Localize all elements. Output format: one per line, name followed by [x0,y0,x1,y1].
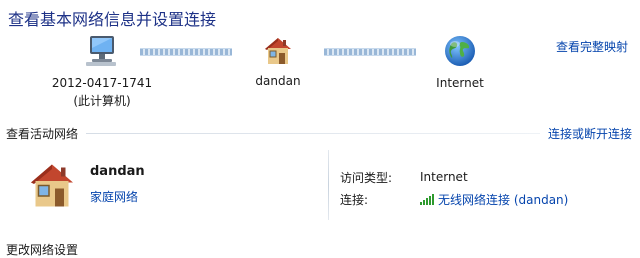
network-type-link[interactable]: 家庭网络 [90,188,138,205]
section-divider [86,132,540,134]
globe-icon [445,36,475,66]
home-network-icon [265,38,291,64]
network-properties: 访问类型: Internet 连接: 无线网络连接 (dandan) [340,166,568,210]
access-type-row: 访问类型: Internet [340,166,568,188]
computer-subtitle: (此计算机) [73,94,131,108]
connector-line [324,48,416,56]
active-network-card: dandan 家庭网络 [26,160,326,216]
connector-line [140,48,232,56]
active-networks-header: 查看活动网络 连接或断开连接 [6,124,632,142]
wireless-signal-icon [420,193,434,205]
connection-label: 连接: [340,192,369,207]
access-type-label: 访问类型: [340,170,393,185]
connection-row: 连接: 无线网络连接 (dandan) [340,188,568,210]
computer-name: 2012-0417-1741 [51,76,153,90]
vertical-divider [328,150,329,220]
wireless-connection-link[interactable]: 无线网络连接 (dandan) [438,191,568,208]
page-title: 查看基本网络信息并设置连接 [8,10,217,29]
computer-monitor-icon [86,36,116,66]
computer-node[interactable]: 2012-0417-1741 (此计算机) [42,34,162,110]
access-type-value: Internet [420,170,468,184]
connect-disconnect-link[interactable]: 连接或断开连接 [548,125,632,142]
home-network-icon [31,164,73,207]
change-settings-title: 更改网络设置 [6,242,79,257]
change-settings-header: 更改网络设置 [6,240,632,258]
view-full-map-link[interactable]: 查看完整映射 [556,38,628,55]
internet-node[interactable]: Internet [410,34,510,92]
active-network-name: dandan [90,164,145,179]
network-node[interactable]: dandan [228,34,328,90]
active-networks-title: 查看活动网络 [6,126,79,141]
network-name: dandan [255,74,301,88]
internet-label: Internet [436,76,484,90]
